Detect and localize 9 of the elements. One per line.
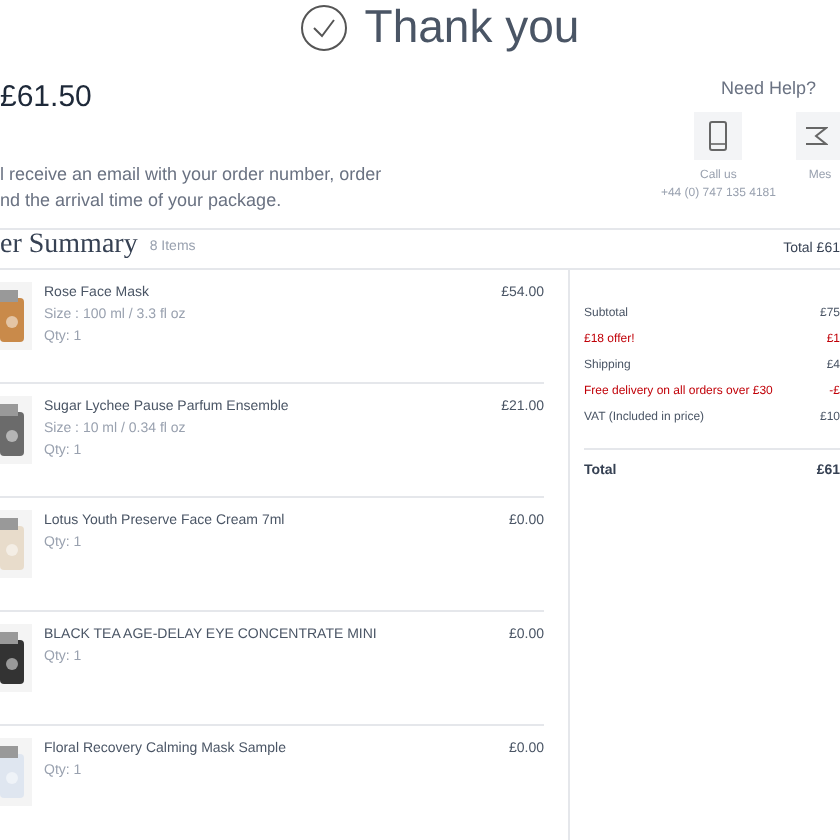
- phone-icon[interactable]: [694, 111, 743, 159]
- confirmation-text: nd the arrival time of your package.: [0, 187, 284, 213]
- summary-title: er Summary: [0, 230, 138, 262]
- confirmation-text: l receive an email with your order number, order: [0, 161, 382, 187]
- check-circle-icon: [300, 3, 349, 51]
- help-title: Need Help?: [720, 76, 818, 102]
- order-amount: £61.50: [0, 78, 94, 118]
- page-title: Thank you: [364, 0, 580, 57]
- envelope-icon[interactable]: [796, 111, 840, 159]
